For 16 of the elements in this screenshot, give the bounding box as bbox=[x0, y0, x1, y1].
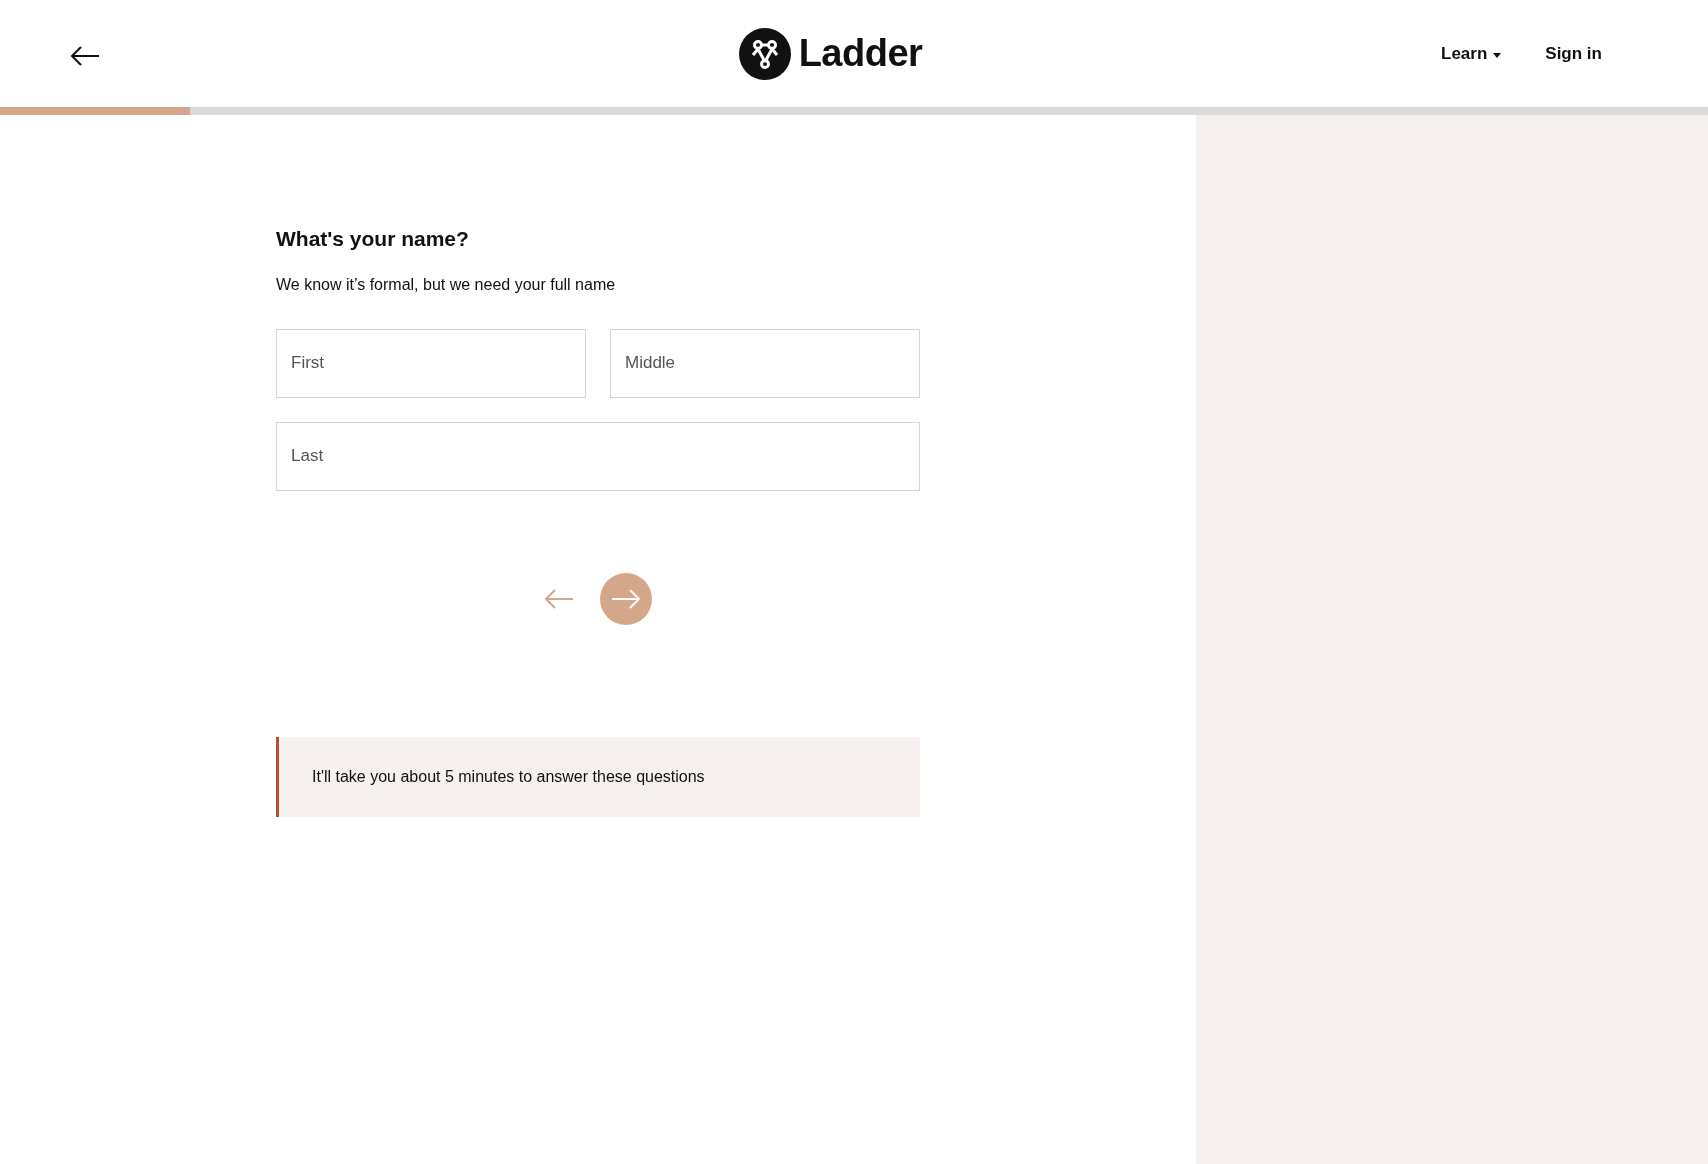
question-subtitle: We know it’s formal, but we need your full name bbox=[276, 274, 617, 295]
next-button[interactable] bbox=[600, 572, 652, 625]
back-arrow-icon[interactable] bbox=[70, 43, 100, 64]
right-arrow-icon bbox=[611, 588, 641, 609]
name-input-field[interactable]: Last bbox=[276, 421, 920, 491]
name-input-field[interactable]: First bbox=[276, 328, 586, 398]
name-input-field[interactable]: Middle bbox=[610, 328, 920, 398]
caret-icon bbox=[1493, 52, 1502, 58]
logo-text: Ladder bbox=[798, 31, 923, 76]
question-title: What's your name? bbox=[276, 226, 470, 252]
sign-in-link[interactable]: Sign in bbox=[1545, 40, 1602, 67]
logo-icon bbox=[738, 27, 791, 80]
previous-button[interactable] bbox=[544, 586, 574, 611]
learn-menu[interactable]: Learn bbox=[1441, 40, 1502, 67]
left-arrow-icon bbox=[544, 589, 574, 610]
info-note: It'll take you about 5 minutes to answer these questions bbox=[276, 736, 920, 817]
